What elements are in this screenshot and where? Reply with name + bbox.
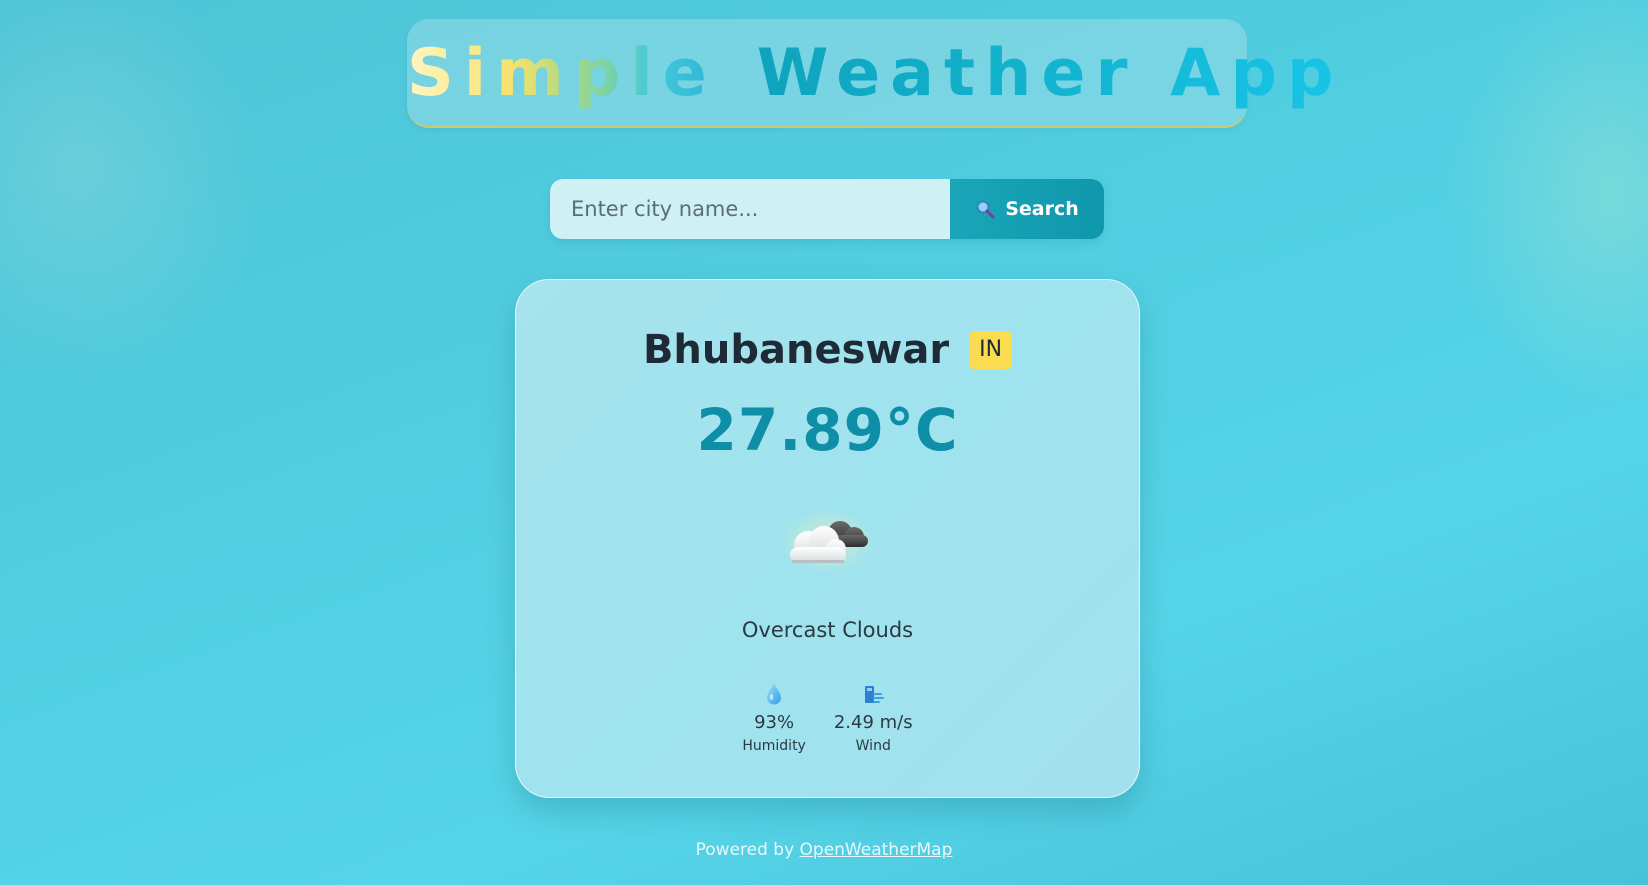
- temperature: 27.89°C: [696, 396, 959, 464]
- wind-value: 2.49 m/s: [833, 712, 913, 733]
- wind-icon: [862, 682, 885, 706]
- app-title-word2: Weather App: [756, 36, 1344, 111]
- search-button-label: Search: [1005, 198, 1079, 220]
- humidity-label: Humidity: [742, 738, 806, 754]
- app-title: Simple Weather App: [407, 41, 1334, 106]
- weather-description: Overcast Clouds: [741, 618, 914, 642]
- location-row: Bhubaneswar IN: [516, 327, 1139, 373]
- stat-humidity: 93% Humidity: [742, 682, 806, 754]
- app-header: Simple Weather App: [407, 19, 1334, 128]
- city-name: Bhubaneswar: [642, 327, 950, 373]
- wind-label: Wind: [855, 738, 891, 754]
- weather-card: Bhubaneswar IN 27.89°C Overcast Clouds 9…: [515, 279, 1140, 798]
- droplet-icon: [763, 682, 785, 706]
- magnifier-icon: [975, 199, 995, 219]
- country-badge: IN: [969, 330, 1013, 370]
- search-bar: Search: [550, 179, 1104, 239]
- cloud-icon: [778, 505, 878, 575]
- openweathermap-link[interactable]: OpenWeatherMap: [800, 840, 953, 860]
- stat-wind: 2.49 m/s Wind: [834, 682, 913, 754]
- search-button[interactable]: Search: [950, 179, 1104, 239]
- weather-stats: 93% Humidity 2.49 m/s Wind: [516, 682, 1139, 754]
- city-search-input[interactable]: [550, 179, 950, 239]
- footer-text: Powered by: [695, 840, 795, 860]
- app-title-word1: Simple: [407, 36, 717, 111]
- humidity-value: 93%: [754, 712, 795, 733]
- footer: Powered by OpenWeatherMap: [0, 840, 1648, 860]
